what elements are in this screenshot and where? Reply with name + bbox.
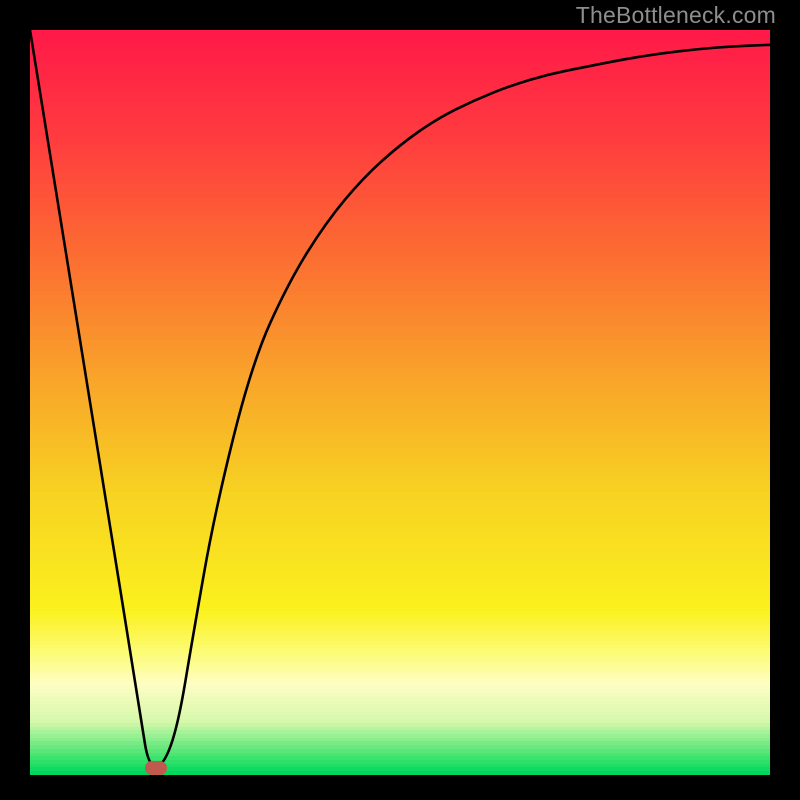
bottleneck-marker xyxy=(145,761,167,775)
curve-layer xyxy=(30,30,770,770)
plot-area xyxy=(30,30,770,770)
figure-frame: TheBottleneck.com xyxy=(0,0,800,800)
bottleneck-curve xyxy=(30,30,770,766)
watermark-text: TheBottleneck.com xyxy=(576,2,776,29)
